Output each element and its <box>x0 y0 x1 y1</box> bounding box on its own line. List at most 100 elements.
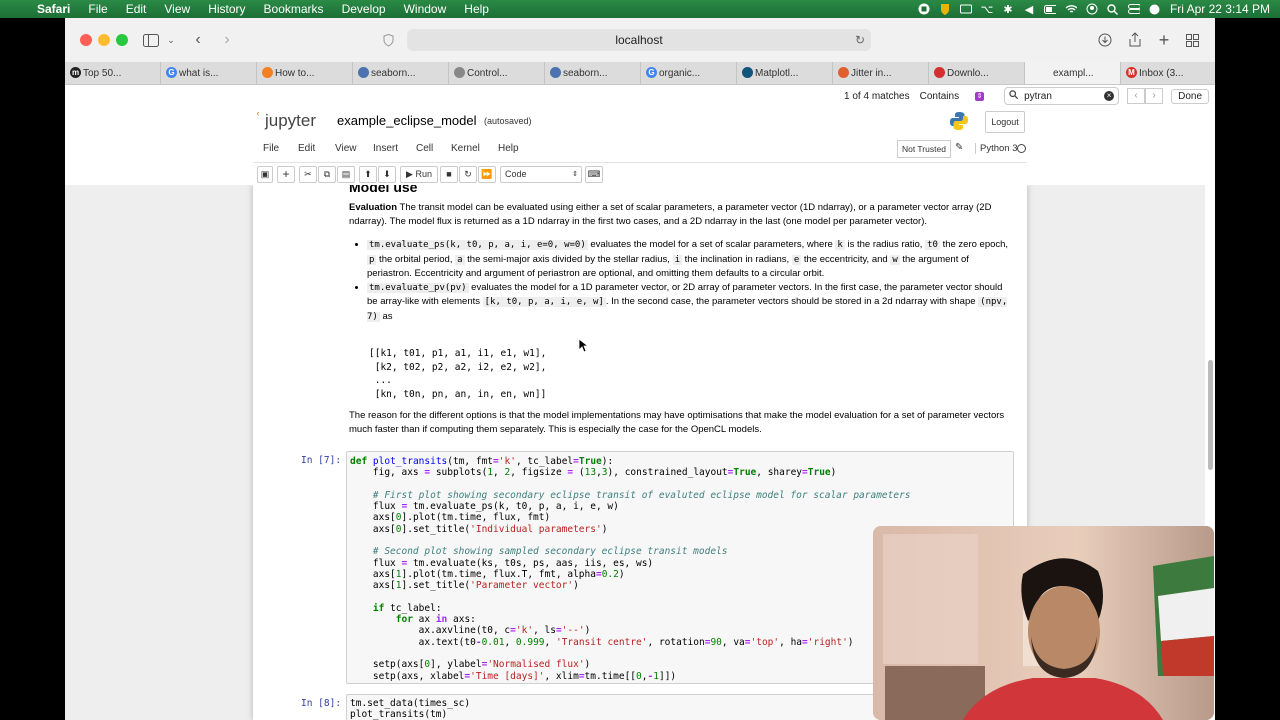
jupyter-menu-edit[interactable]: Edit <box>298 143 315 154</box>
user-icon[interactable] <box>1086 3 1098 15</box>
tab-organic[interactable]: Gorganic... <box>641 62 737 84</box>
wifi-icon[interactable] <box>1065 3 1077 15</box>
tab-download[interactable]: Downlo... <box>929 62 1025 84</box>
menu-bookmarks[interactable]: Bookmarks <box>255 2 333 16</box>
minimize-window-button[interactable] <box>98 34 110 46</box>
find-mode-select[interactable]: Contains ⇕ <box>919 90 985 102</box>
tab-overview-icon[interactable] <box>1184 30 1200 50</box>
share-icon[interactable] <box>1127 30 1143 50</box>
stop-icon[interactable]: ■ <box>440 166 458 183</box>
tab-seaborn-1[interactable]: seaborn... <box>353 62 449 84</box>
address-bar[interactable]: localhost ↻ <box>407 29 871 51</box>
siri-icon[interactable] <box>1149 3 1161 15</box>
menu-file[interactable]: File <box>79 2 116 16</box>
menu-window[interactable]: Window <box>395 2 456 16</box>
cell-type-select[interactable]: Code ⇕ <box>500 166 582 183</box>
keyboard-icon[interactable]: ⌨ <box>585 166 603 183</box>
jupyter-menu-file[interactable]: File <box>263 143 279 154</box>
page-scrollbar[interactable] <box>1208 360 1213 470</box>
restart-icon[interactable]: ↻ <box>459 166 477 183</box>
back-arrow-icon[interactable]: ‹ <box>191 30 205 50</box>
search-icon[interactable] <box>1107 3 1119 15</box>
jupyter-menu-view[interactable]: View <box>335 143 357 154</box>
not-trusted-badge[interactable]: Not Trusted <box>897 140 951 158</box>
menu-view[interactable]: View <box>155 2 199 16</box>
wallet-icon[interactable] <box>959 3 972 15</box>
kernel-name: Python 3 <box>975 143 1018 154</box>
menu-edit[interactable]: Edit <box>117 2 156 16</box>
text-span: evaluates the model for a set of scalar … <box>587 239 836 250</box>
tab-label: Downlo... <box>947 67 989 79</box>
menu-develop[interactable]: Develop <box>333 2 395 16</box>
move-down-icon[interactable]: ⬇ <box>378 166 396 183</box>
find-previous-button[interactable]: ‹ <box>1127 88 1146 104</box>
code-span: e <box>791 254 802 265</box>
menu-app-name[interactable]: Safari <box>28 2 79 16</box>
paste-icon[interactable]: ▤ <box>337 166 355 183</box>
find-next-button[interactable]: › <box>1145 88 1164 104</box>
jupyter-menu-kernel[interactable]: Kernel <box>451 143 480 154</box>
save-icon[interactable]: ▣ <box>257 166 273 183</box>
download-icon[interactable] <box>1097 30 1113 50</box>
zoom-window-button[interactable] <box>116 34 128 46</box>
jupyter-logo[interactable]: ʿ jupyter <box>255 110 316 131</box>
menubar-datetime[interactable]: Fri Apr 22 3:14 PM <box>1170 2 1270 16</box>
cell-prompt: In [8]: <box>301 698 342 709</box>
sidebar-icon[interactable] <box>142 30 160 50</box>
find-search-field[interactable]: pytran × <box>1004 87 1120 105</box>
tab-jitter[interactable]: Jitter in... <box>833 62 929 84</box>
menu-history[interactable]: History <box>199 2 254 16</box>
find-done-button[interactable]: Done <box>1171 88 1209 104</box>
play-icon: ▶ <box>406 169 413 179</box>
clear-search-icon[interactable]: × <box>1104 91 1115 101</box>
find-mode-label: Contains <box>919 90 960 102</box>
m-icon: m <box>70 67 81 78</box>
battery-icon[interactable] <box>1043 3 1056 15</box>
bluetooth-icon[interactable]: ✱ <box>1002 3 1014 16</box>
list-item: tm.evaluate_pv(pv) evaluates the model f… <box>367 281 1009 325</box>
cut-icon[interactable]: ✂ <box>299 166 317 183</box>
copy-icon[interactable]: ⧉ <box>318 166 336 183</box>
tab-how-to[interactable]: How to... <box>257 62 353 84</box>
stop-record-icon[interactable] <box>918 3 930 15</box>
chevron-down-icon[interactable]: ⌄ <box>165 30 177 50</box>
evaluation-text: The transit model can be evaluated using… <box>349 202 992 227</box>
insert-cell-icon[interactable]: + <box>277 166 295 183</box>
list-item: tm.evaluate_ps(k, t0, p, a, i, e=0, w=0)… <box>367 238 1009 281</box>
control-center-icon[interactable] <box>1127 3 1140 15</box>
jupyter-menu-insert[interactable]: Insert <box>373 143 398 154</box>
reload-icon[interactable]: ↻ <box>855 29 865 51</box>
code-span: t0 <box>925 240 940 250</box>
code-span: [k, t0, p, a, i, e, w] <box>482 297 606 307</box>
menu-help[interactable]: Help <box>455 2 498 16</box>
edit-pencil-icon[interactable]: ✎ <box>955 142 963 153</box>
code-span: w <box>890 254 900 265</box>
move-up-icon[interactable]: ⬆ <box>359 166 377 183</box>
volume-icon[interactable]: ◀ <box>1023 3 1035 16</box>
shield-icon[interactable] <box>939 3 951 15</box>
tab-label: Jitter in... <box>851 67 892 79</box>
logout-button[interactable]: Logout <box>985 111 1025 133</box>
text-span: as <box>379 310 393 322</box>
tab-example-active[interactable]: exampl... <box>1025 62 1121 84</box>
tab-control[interactable]: Control... <box>449 62 545 84</box>
jupyter-menu-help[interactable]: Help <box>498 143 519 154</box>
notebook-title[interactable]: example_eclipse_model <box>337 113 476 128</box>
fast-forward-icon[interactable]: ⏩ <box>478 166 496 183</box>
tab-top-50[interactable]: m Top 50... <box>65 62 161 84</box>
privacy-shield-icon[interactable] <box>381 30 395 50</box>
tab-label: How to... <box>275 67 315 79</box>
tab-matplotlib[interactable]: Matplotl... <box>737 62 833 84</box>
run-button[interactable]: ▶ Run <box>400 166 438 183</box>
close-window-button[interactable] <box>80 34 92 46</box>
jupyter-menu-cell[interactable]: Cell <box>416 143 433 154</box>
forward-arrow-icon[interactable]: › <box>220 30 234 50</box>
control-icon[interactable]: ⌥ <box>981 3 994 16</box>
tab-seaborn-2[interactable]: seaborn... <box>545 62 641 84</box>
new-tab-icon[interactable]: + <box>1156 30 1172 50</box>
evaluation-bold: Evaluation <box>349 202 398 213</box>
text-span: . In the second case, the parameter vect… <box>605 296 979 307</box>
tab-what-is[interactable]: Gwhat is... <box>161 62 257 84</box>
tab-label: Top 50... <box>83 67 122 79</box>
tab-inbox[interactable]: M Inbox (3... <box>1121 62 1215 84</box>
